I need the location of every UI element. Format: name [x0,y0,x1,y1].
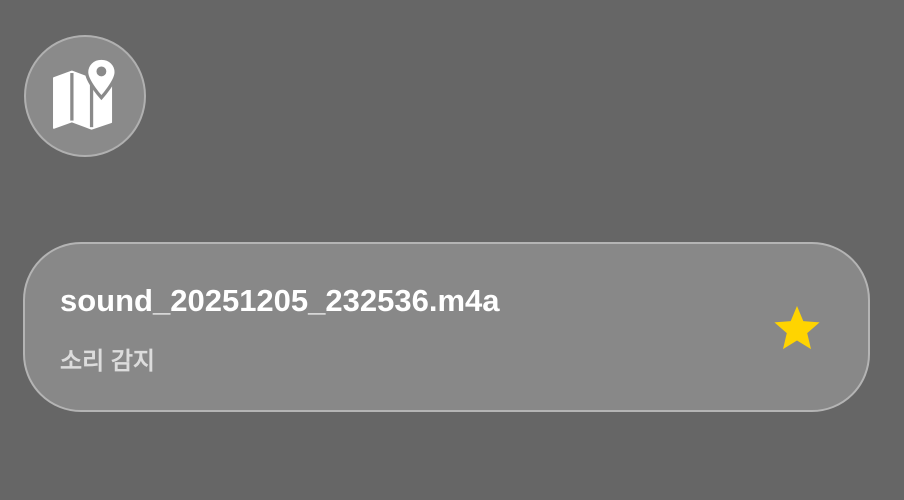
recording-card[interactable]: sound_20251205_232536.m4a 소리 감지 [23,242,870,412]
star-icon[interactable] [772,304,822,354]
recording-filename: sound_20251205_232536.m4a [60,283,500,318]
map-pin-icon [44,55,126,137]
recording-label: 소리 감지 [60,348,155,375]
map-button[interactable] [24,35,146,157]
